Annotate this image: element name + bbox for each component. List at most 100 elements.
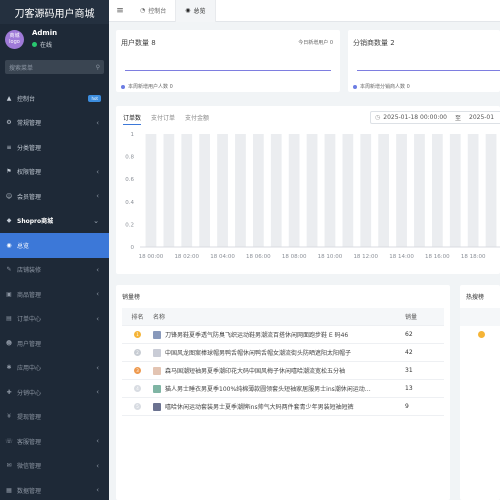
table-row[interactable]: 3 森马国潮短袖男夏季潮印花大码中国风梅子休闲嘻哈潮流宽松五分袖 31	[122, 362, 444, 380]
today-new-users: 今日新增用户 0	[298, 39, 333, 46]
menu-icon: ▲	[6, 94, 12, 102]
hot-badge: hot	[88, 94, 101, 102]
product-name[interactable]: 森马国潮短袖男夏季潮印花大码中国风梅子休闲嘻哈潮流宽松五分袖	[165, 366, 345, 375]
sidebar-item[interactable]: ✉ 微信管理 ‹	[0, 454, 109, 479]
header-name: 名称	[153, 314, 166, 321]
sidebar-item[interactable]: ⚑ 权限管理 ‹	[0, 160, 109, 185]
x-tick-label: 18 10:00	[318, 254, 343, 260]
week-new-users-value: 0	[169, 83, 173, 90]
product-thumbnail	[153, 384, 161, 393]
sidebar-item[interactable]: ◉ 总览	[0, 233, 109, 258]
bar-background	[288, 134, 300, 247]
x-tick-label: 18 02:00	[174, 254, 199, 260]
rank-cell: 3	[122, 367, 153, 374]
chevron-icon: ‹	[96, 265, 99, 274]
orders-bar-chart: 1 0.8 0.6 0.4 0.2 0 18 00:00 18 02:00 18 04:00 18…	[125, 132, 500, 260]
sidebar-item[interactable]: ✱ 应用中心 ‹	[0, 356, 109, 381]
online-status-icon	[32, 42, 37, 47]
sidebar-item[interactable]: ▦ 数据管理 ‹	[0, 478, 109, 500]
sidebar-item[interactable]: ¥ 提现管理	[0, 405, 109, 430]
x-tick-label: 18 08:00	[282, 254, 307, 260]
menu-icon: ☏	[5, 437, 13, 445]
table-row[interactable]: 5 嘻哈休闲运动套装男士夏季潮牌ins帅气大码两件套青少年男装短袖短裤 9	[122, 398, 444, 416]
hot-search-title: 热搜榜	[466, 294, 485, 301]
sidebar-item[interactable]: ⚙ 常规管理 ‹	[0, 111, 109, 136]
chevron-icon: ‹	[96, 290, 99, 299]
medal-icon	[478, 331, 485, 338]
table-row[interactable]: 4 猫人男士睡衣男夏季100%纯棉薄款圆领套头短袖家居服男士ins潮休闲运动… 13	[122, 380, 444, 398]
legend-dot-icon	[121, 84, 125, 89]
distributor-count-card: 分销商数量 2 本周新增分销商人数 0	[348, 30, 500, 92]
sales-ranking-title: 销量榜	[122, 294, 141, 301]
x-tick-label: 18 04:00	[210, 254, 235, 260]
tab-overview-label: 总览	[193, 8, 206, 15]
sidebar-item-label: 分销中心	[17, 389, 42, 397]
tab-dashboard[interactable]: ◔ 控制台	[131, 0, 177, 22]
hot-table-header	[460, 308, 500, 326]
table-row[interactable]: 1 刀锋男鞋夏季透气防臭飞织运动鞋男潮流百搭休闲网面跑步鞋 E 码46 62	[122, 326, 444, 344]
product-thumbnail	[153, 348, 161, 357]
menu-icon: ▦	[6, 486, 12, 494]
distributor-count-label: 分销商数量	[353, 39, 388, 47]
table-row[interactable]: 2 中国风龙图案棒球帽男鸭舌帽休闲鸭舌帽女潮流街头防晒遮阳太阳帽子 42	[122, 344, 444, 362]
header-sales: 销量	[405, 314, 418, 321]
bar-background	[414, 134, 425, 247]
user-trend-line	[125, 70, 331, 71]
sidebar-item-label: 微信管理	[17, 463, 42, 471]
rank-cell: 2	[122, 349, 153, 356]
sidebar-item-label: 提现管理	[17, 414, 42, 422]
distributor-trend-line	[357, 70, 500, 71]
menu-toggle-icon[interactable]: ≡	[109, 6, 131, 16]
sidebar-item-label: 订单中心	[17, 316, 42, 324]
sidebar-item[interactable]: ☏ 客服管理 ‹	[0, 429, 109, 454]
x-tick-label: 18 00:00	[139, 254, 164, 260]
sidebar-item[interactable]: ≡ 分类管理	[0, 135, 109, 160]
product-name[interactable]: 中国风龙图案棒球帽男鸭舌帽休闲鸭舌帽女潮流街头防晒遮阳太阳帽子	[165, 348, 351, 357]
sales-cell: 42	[405, 349, 413, 356]
sidebar-item-label: 应用中心	[17, 365, 42, 373]
tab-overview[interactable]: ◉ 总览	[176, 0, 216, 22]
menu-icon: ✚	[6, 388, 12, 396]
menu-icon: ◉	[6, 241, 12, 249]
sidebar-item[interactable]: ✎ 店铺装修 ‹	[0, 258, 109, 283]
sales-ranking-card: 销量榜 排名 名称 销量 1 刀锋男鞋夏季透气防臭飞织运动鞋男潮流百搭休闲网面跑步…	[116, 285, 450, 500]
sidebar-item[interactable]: ☻ 用户管理	[0, 331, 109, 356]
week-new-distributors: 本周新增分销商人数 0	[353, 83, 410, 90]
bar-background	[145, 134, 157, 247]
dashboard-icon: ◔	[140, 7, 146, 14]
sidebar-item[interactable]: ✚ 分销中心 ‹	[0, 380, 109, 405]
sidebar-item[interactable]: ▣ 商品管理 ‹	[0, 282, 109, 307]
user-count-card: 用户数量 8 今日新增用户 0 本周新增用户人数 0	[116, 30, 340, 92]
rank-medal-icon: 2	[134, 349, 141, 356]
sales-cell: 9	[405, 403, 409, 410]
header-rank: 排名	[131, 314, 144, 321]
distributor-count-value: 2	[390, 39, 395, 47]
bar-background	[467, 134, 479, 247]
sidebar-item-label: 常规管理	[17, 120, 42, 128]
rank-medal-icon: 4	[134, 385, 141, 392]
bar-background	[270, 134, 282, 247]
name-cell: 中国风龙图案棒球帽男鸭舌帽休闲鸭舌帽女潮流街头防晒遮阳太阳帽子	[153, 348, 399, 357]
menu-search-input[interactable]: 搜索菜单 ⚲	[5, 60, 104, 74]
sidebar-item-label: 权限管理	[17, 169, 42, 177]
avatar-subtext: logo	[9, 39, 20, 45]
sidebar-item[interactable]: ☺ 会员管理 ‹	[0, 184, 109, 209]
product-thumbnail	[153, 402, 161, 411]
bar-background	[235, 134, 246, 247]
sales-ranking-table: 排名 名称 销量 1 刀锋男鞋夏季透气防臭飞织运动鞋男潮流百搭休闲网面跑步鞋 E …	[122, 308, 444, 416]
product-name[interactable]: 刀锋男鞋夏季透气防臭飞织运动鞋男潮流百搭休闲网面跑步鞋 E 码46	[165, 330, 348, 339]
week-new-users: 本周新增用户人数 0	[121, 83, 173, 90]
search-icon[interactable]: ⚲	[96, 64, 100, 71]
sidebar-item[interactable]: ◆ Shopro商城 ⌄	[0, 209, 109, 234]
bar-background	[342, 134, 354, 247]
name-cell: 刀锋男鞋夏季透气防臭飞织运动鞋男潮流百搭休闲网面跑步鞋 E 码46	[153, 330, 399, 339]
bar-background	[378, 134, 390, 247]
user-panel: 商城 logo Admin 在线	[0, 24, 109, 54]
chevron-icon: ‹	[96, 314, 99, 323]
avatar[interactable]: 商城 logo	[5, 29, 24, 49]
sidebar-item[interactable]: ▤ 订单中心 ‹	[0, 307, 109, 332]
sidebar-item[interactable]: ▲ 控制台 hot	[0, 86, 109, 111]
product-name[interactable]: 嘻哈休闲运动套装男士夏季潮牌ins帅气大码两件套青少年男装短袖短裤	[165, 402, 354, 411]
product-name[interactable]: 猫人男士睡衣男夏季100%纯棉薄款圆领套头短袖家居服男士ins潮休闲运动…	[165, 384, 371, 393]
bar-background	[181, 134, 193, 247]
